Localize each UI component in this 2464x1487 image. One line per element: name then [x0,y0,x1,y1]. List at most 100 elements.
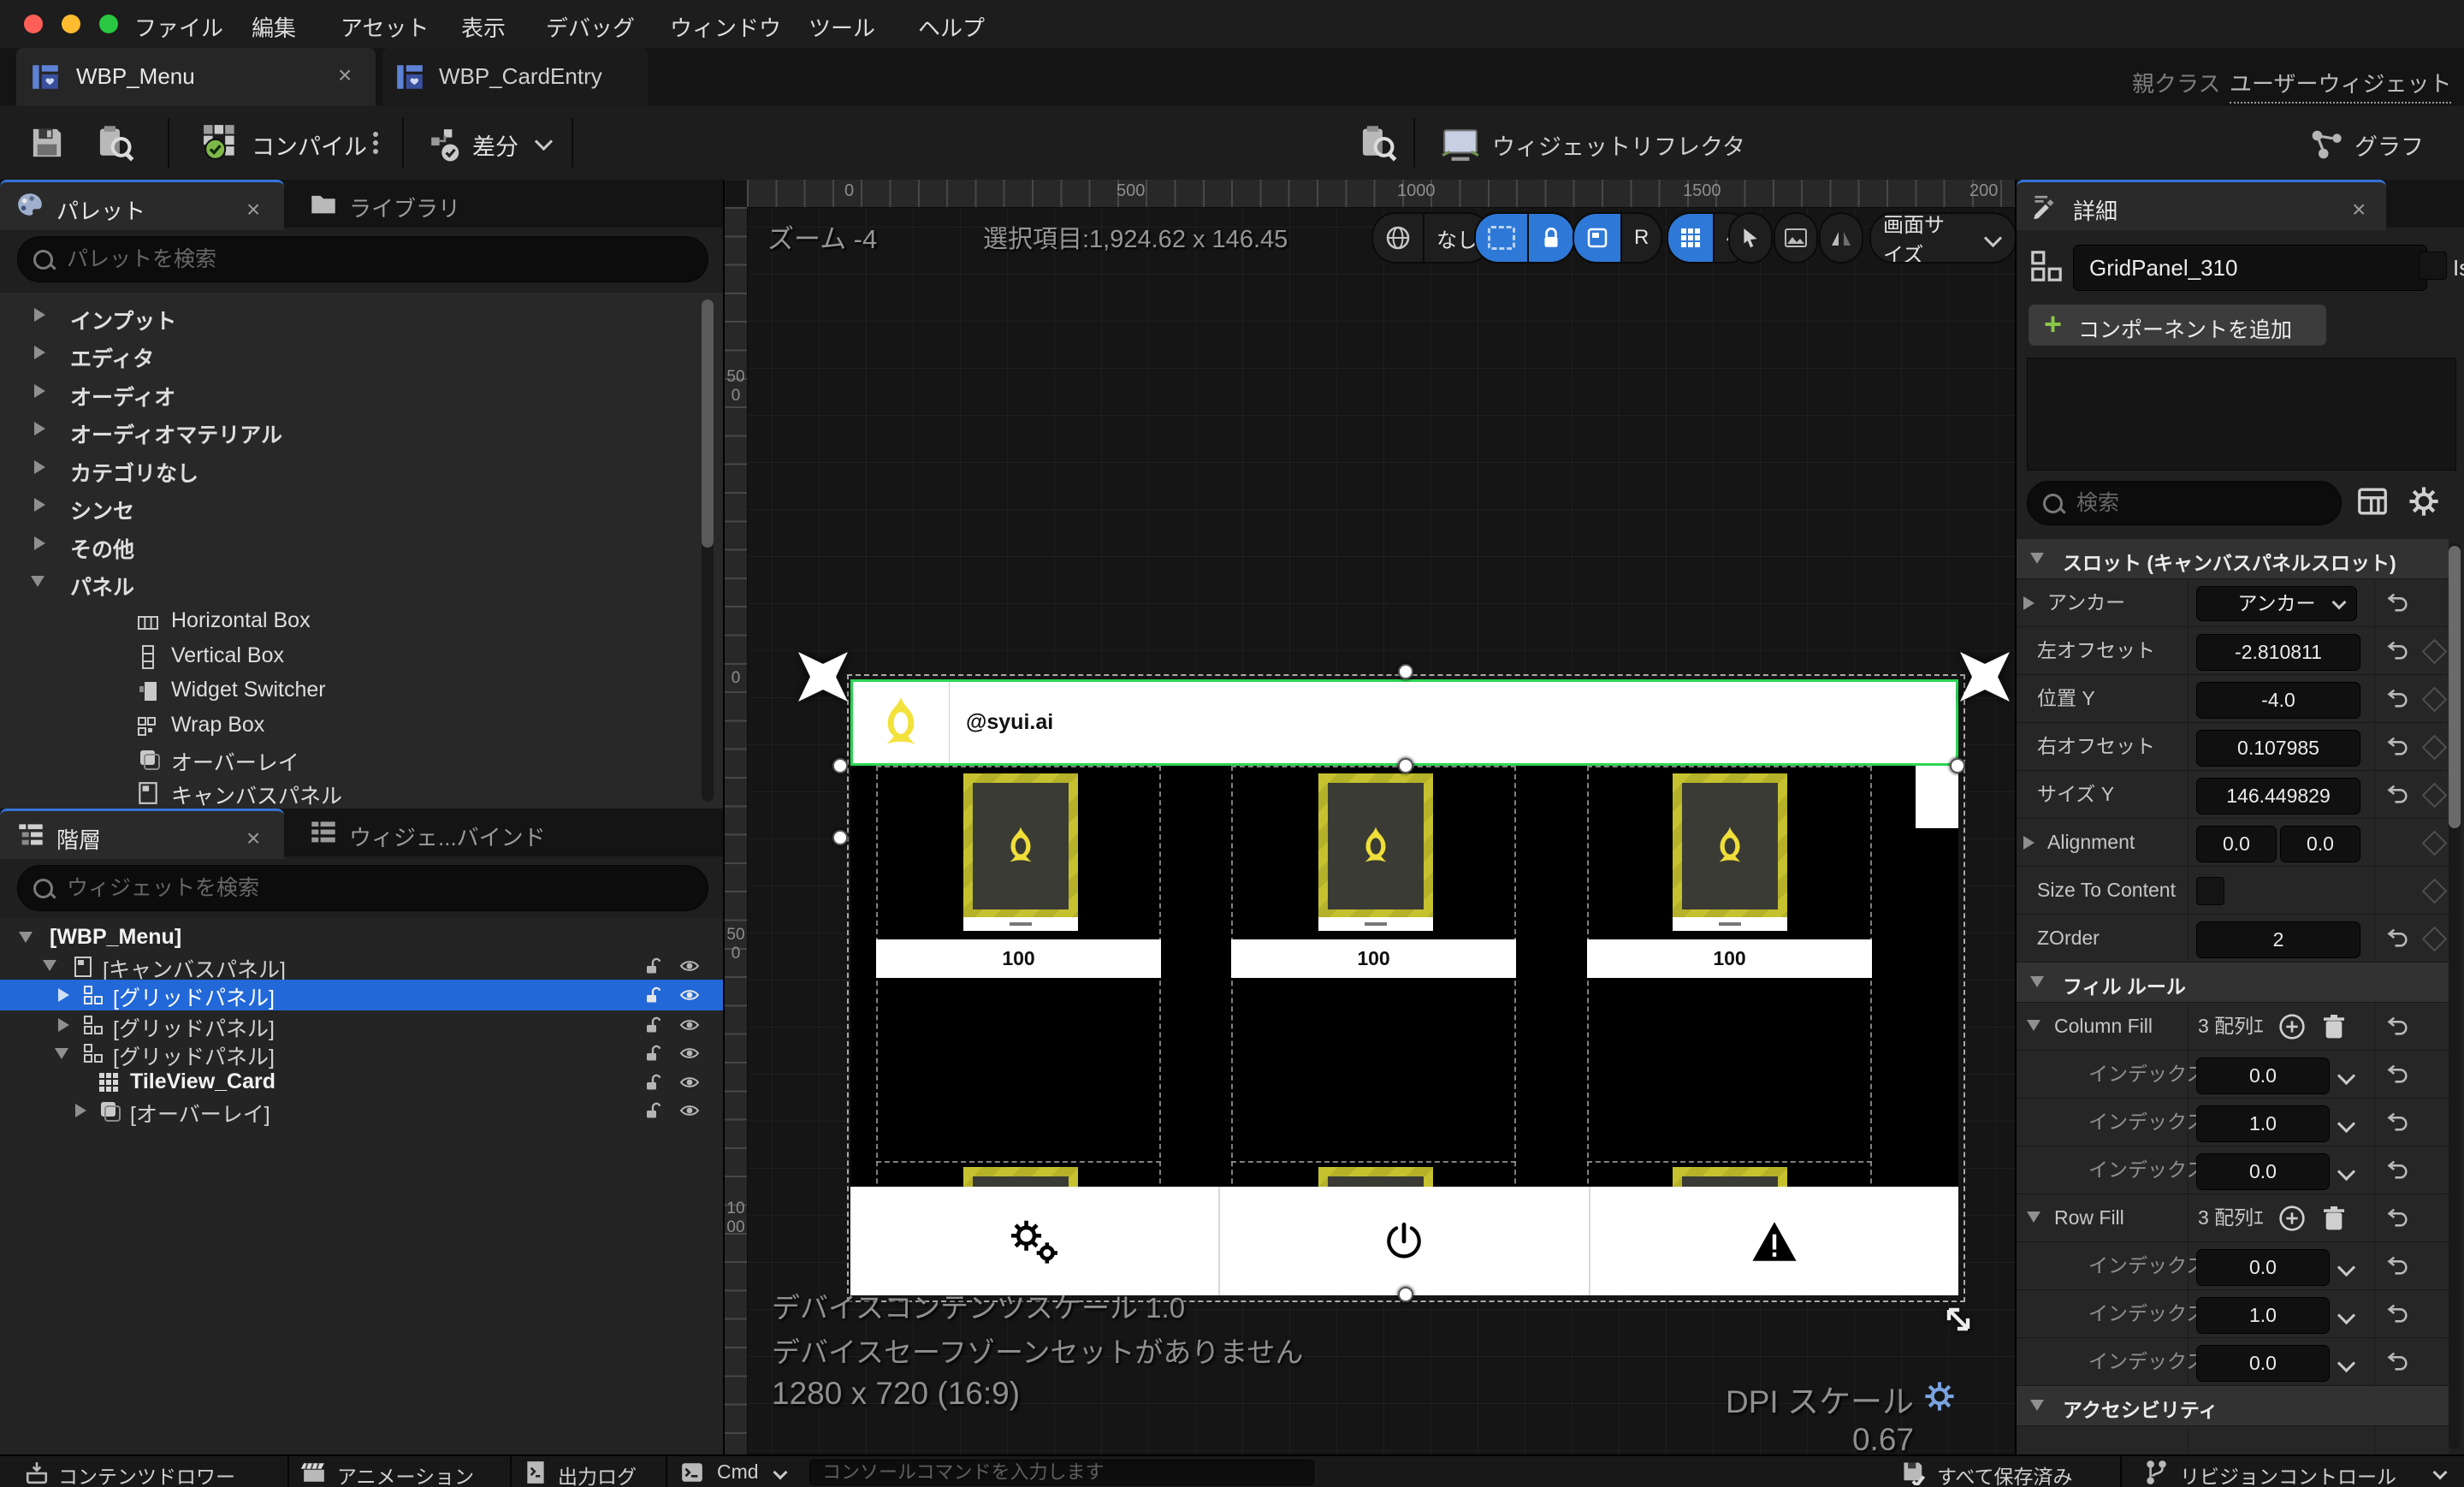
widget-reflector-icon[interactable] [1441,127,1480,163]
output-log-button[interactable]: 出力ログ [558,1460,637,1487]
is-variable-checkbox[interactable] [2419,252,2447,280]
menu-asset[interactable]: アセット [341,11,429,43]
visibility-eye-icon[interactable] [679,1073,700,1092]
diff-icon[interactable] [428,127,464,163]
menu-window[interactable]: ウィンドウ [670,11,781,43]
close-panel-icon[interactable]: × [2352,196,2366,223]
trash-icon[interactable] [2321,1205,2347,1232]
palette-category[interactable]: インプット [0,301,723,335]
content-drawer-button[interactable]: コンテンツドロワー [58,1460,235,1487]
palette-category[interactable]: カテゴリなし [0,453,723,488]
alignment-x-field[interactable] [2196,826,2277,862]
revert-icon[interactable] [2386,1349,2410,1373]
lock-open-icon[interactable] [643,1101,662,1120]
save-all-icon[interactable] [1901,1460,1927,1485]
palette-category[interactable]: オーディオマテリアル [0,415,723,449]
visibility-eye-icon[interactable] [679,957,700,975]
add-element-icon[interactable] [2278,1013,2306,1040]
console-command-input[interactable] [809,1460,1314,1485]
revert-icon[interactable] [2386,782,2410,806]
diff-button[interactable]: 差分 [472,128,518,162]
size-to-content-checkbox[interactable] [2196,877,2224,905]
screen-size-dropdown[interactable]: 画面サイズ [1869,212,2017,264]
card-thumbnail[interactable] [1318,773,1433,919]
menu-debug[interactable]: デバッグ [546,11,635,43]
bind-diamond-icon[interactable] [2421,686,2448,713]
card-thumbnail[interactable] [1673,773,1787,919]
tab-wbp-cardentry[interactable]: WBP_CardEntry [382,48,648,106]
bind-diamond-icon[interactable] [2421,734,2448,761]
output-log-icon[interactable] [524,1460,548,1485]
tree-row-grid-panel-selected[interactable]: [グリッドパネル] [0,980,723,1010]
palette-item-widget-switcher[interactable]: Widget Switcher [0,674,723,708]
tab-wbp-menu[interactable]: WBP_Menu × [16,48,376,106]
palette-category[interactable]: オーディオ [0,377,723,412]
alignment-y-field[interactable] [2280,826,2360,862]
selected-grid-panel[interactable]: @syui.ai [850,679,1958,766]
settings-gear-icon[interactable] [2408,486,2439,517]
aspect-none-toggle[interactable]: なし [1371,212,1491,264]
hierarchy-search-input[interactable] [65,874,692,902]
revert-icon[interactable] [2386,686,2410,710]
tab-library[interactable]: ライブラリ [349,192,460,223]
revert-icon[interactable] [2386,1062,2410,1086]
details-scrollbar[interactable] [2449,542,2461,1449]
graph-mode-icon[interactable] [2310,128,2346,161]
resize-handle[interactable] [1398,664,1413,679]
revert-icon[interactable] [2386,1301,2410,1325]
size-y-field[interactable] [2196,778,2360,815]
cmd-dropdown[interactable]: Cmd [717,1460,759,1484]
lock-open-icon[interactable] [643,986,662,1004]
palette-item-overlay[interactable]: オーバーレイ [0,743,723,777]
browse-asset-icon[interactable] [96,123,135,163]
left-offset-field[interactable] [2196,634,2360,671]
zorder-field[interactable] [2196,921,2360,958]
tab-details[interactable]: 詳細 × [2017,180,2386,230]
visibility-eye-icon[interactable] [679,1101,700,1120]
bind-diamond-icon[interactable] [2421,926,2448,952]
close-tab-icon[interactable]: × [338,62,352,89]
selection-lock-toggle[interactable] [1474,212,1575,264]
add-component-button[interactable]: + コンポーネントを追加 [2029,305,2326,346]
palette-search[interactable] [17,236,708,282]
maximize-window-button[interactable] [99,15,118,33]
dropdown-chevron-icon[interactable] [2337,1258,2356,1277]
content-drawer-icon[interactable] [24,1460,50,1484]
resize-handle[interactable] [832,830,848,845]
close-panel-icon[interactable]: × [246,825,260,852]
tree-row-grid-panel[interactable]: [グリッドパネル] [0,1010,723,1041]
visibility-eye-icon[interactable] [679,986,700,1004]
resize-handle[interactable] [1950,758,1965,773]
lock-open-icon[interactable] [643,1073,662,1092]
dropdown-chevron-icon[interactable] [2337,1066,2356,1086]
dropdown-chevron-icon[interactable] [2337,1306,2356,1325]
warning-cell[interactable] [1588,1187,1958,1295]
tree-row-wbp-menu[interactable]: [WBP_Menu] [0,923,723,952]
save-icon[interactable] [29,125,65,161]
fill-value-field[interactable] [2196,1057,2330,1094]
tab-palette[interactable]: パレット × [0,180,284,230]
dropdown-chevron-icon[interactable] [2337,1162,2356,1182]
menu-view[interactable]: 表示 [461,11,506,43]
bind-diamond-icon[interactable] [2421,878,2448,904]
revert-icon[interactable] [2386,590,2410,614]
palette-scrollbar[interactable] [702,299,714,802]
tab-hierarchy[interactable]: 階層 × [0,809,284,859]
palette-item-horizontal-box[interactable]: Horizontal Box [0,605,723,639]
details-search-input[interactable] [2075,489,2325,517]
lock-open-icon[interactable] [643,1044,662,1063]
visibility-eye-icon[interactable] [679,1044,700,1063]
palette-search-input[interactable] [65,246,692,273]
revert-icon[interactable] [2386,1110,2410,1134]
power-cell[interactable] [1218,1187,1588,1295]
palette-item-wrap-box[interactable]: Wrap Box [0,709,723,744]
compile-button[interactable]: コンパイル [252,128,367,162]
graph-mode-button[interactable]: グラフ [2354,128,2424,162]
revert-icon[interactable] [2386,926,2410,950]
palette-item-vertical-box[interactable]: Vertical Box [0,640,723,674]
tree-row-grid-panel[interactable]: [グリッドパネル] [0,1039,723,1069]
fill-rules-section-header[interactable]: フィル ルール [2017,963,2449,1003]
widget-name-field[interactable] [2073,245,2427,291]
cmd-chevron-icon[interactable] [773,1465,788,1480]
fill-value-field[interactable] [2196,1105,2330,1142]
